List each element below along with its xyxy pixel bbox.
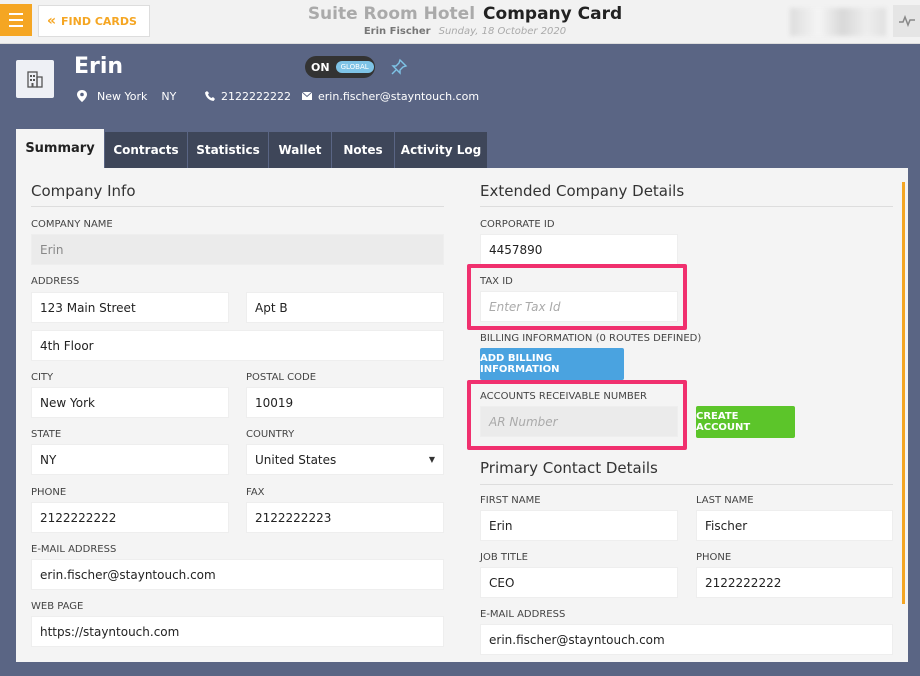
page-title: Company Card — [483, 4, 623, 24]
address-line3-field[interactable]: 4th Floor — [31, 330, 444, 361]
mail-icon — [302, 92, 312, 100]
ar-number-highlight — [467, 380, 687, 450]
state-label: STATE — [31, 429, 62, 440]
header-city: New York — [97, 89, 148, 103]
email-field[interactable]: erin.fischer@stayntouch.com — [31, 559, 444, 590]
last-name-label: LAST NAME — [696, 495, 754, 506]
contact-phone-field[interactable]: 2122222222 — [696, 567, 893, 598]
contact-email-label: E-MAIL ADDRESS — [480, 609, 566, 620]
scrollbar[interactable] — [902, 182, 905, 604]
postal-code-field[interactable]: 10019 — [246, 387, 444, 418]
header-phone: 2122222222 — [205, 89, 291, 103]
top-bar: « FIND CARDS Suite Room Hotel Company Car… — [0, 0, 920, 44]
caret-down-icon: ▼ — [428, 455, 435, 464]
tab-contracts[interactable]: Contracts — [105, 132, 187, 168]
tab-activity-log[interactable]: Activity Log — [395, 132, 487, 168]
tax-id-highlight — [467, 264, 687, 330]
company-name-label: COMPANY NAME — [31, 219, 113, 230]
phone-field[interactable]: 2122222222 — [31, 502, 229, 533]
contact-email-field[interactable]: erin.fischer@stayntouch.com — [480, 624, 893, 655]
header-email: erin.fischer@stayntouch.com — [302, 89, 479, 103]
first-name-label: FIRST NAME — [480, 495, 541, 506]
header-email-value: erin.fischer@stayntouch.com — [318, 89, 480, 103]
corporate-id-label: CORPORATE ID — [480, 219, 555, 230]
find-cards-button[interactable]: « FIND CARDS — [38, 5, 150, 37]
tab-statistics[interactable]: Statistics — [188, 132, 268, 168]
country-select[interactable]: United States ▼ — [246, 444, 444, 475]
divider — [480, 484, 893, 485]
location-icon — [77, 90, 87, 102]
web-page-field[interactable]: https://stayntouch.com — [31, 616, 444, 647]
phone-label: PHONE — [31, 487, 67, 498]
job-title-field[interactable]: CEO — [480, 567, 678, 598]
building-icon — [16, 60, 54, 98]
country-label: COUNTRY — [246, 429, 295, 440]
divider — [480, 206, 893, 207]
page-header: Suite Room Hotel Company Card Erin Fische… — [300, 4, 630, 37]
fax-label: FAX — [246, 487, 265, 498]
global-toggle[interactable]: ON GLOBAL — [305, 56, 375, 78]
menu-icon[interactable] — [0, 4, 32, 36]
header-state: NY — [161, 89, 177, 103]
find-cards-label: FIND CARDS — [61, 14, 137, 28]
job-title-label: JOB TITLE — [480, 552, 528, 563]
country-value: United States — [255, 452, 337, 467]
divider — [31, 206, 444, 207]
extended-details-title: Extended Company Details — [480, 182, 685, 200]
create-account-button[interactable]: CREATE ACCOUNT — [696, 406, 795, 438]
company-name-heading: Erin — [74, 54, 124, 79]
billing-info-label: BILLING INFORMATION (0 ROUTES DEFINED) — [480, 333, 702, 344]
add-billing-information-button[interactable]: ADD BILLING INFORMATION — [480, 348, 624, 380]
tab-notes[interactable]: Notes — [332, 132, 394, 168]
double-chevron-left-icon: « — [47, 13, 56, 29]
user-name: Erin Fischer — [363, 26, 431, 37]
corporate-id-field[interactable]: 4457890 — [480, 234, 678, 265]
header-phone-value: 2122222222 — [221, 89, 291, 103]
toggle-on-label: ON — [311, 60, 330, 74]
tab-wallet[interactable]: Wallet — [269, 132, 331, 168]
toggle-global-label: GLOBAL — [335, 61, 374, 73]
web-page-label: WEB PAGE — [31, 601, 84, 612]
primary-contact-title: Primary Contact Details — [480, 459, 658, 477]
pin-icon[interactable] — [390, 58, 408, 80]
first-name-field[interactable]: Erin — [480, 510, 678, 541]
contact-phone-label: PHONE — [696, 552, 732, 563]
city-label: CITY — [31, 372, 54, 383]
address-label: ADDRESS — [31, 276, 80, 287]
tab-summary[interactable]: Summary — [16, 129, 104, 168]
last-name-field[interactable]: Fischer — [696, 510, 893, 541]
city-field[interactable]: New York — [31, 387, 229, 418]
fax-field[interactable]: 2122222223 — [246, 502, 444, 533]
company-info-title: Company Info — [31, 182, 136, 200]
state-field[interactable]: NY — [31, 444, 229, 475]
header-location: New York NY — [77, 89, 176, 103]
blurred-logo — [790, 8, 886, 36]
postal-code-label: POSTAL CODE — [246, 372, 317, 383]
address-line1-field[interactable]: 123 Main Street — [31, 292, 229, 323]
address-line2-field[interactable]: Apt B — [246, 292, 444, 323]
hotel-name: Suite Room Hotel — [307, 4, 476, 24]
company-name-field: Erin — [31, 234, 444, 265]
business-date: Sunday, 18 October 2020 — [438, 26, 567, 37]
email-label: E-MAIL ADDRESS — [31, 544, 117, 555]
activity-icon[interactable] — [893, 5, 920, 37]
phone-icon — [205, 91, 215, 101]
